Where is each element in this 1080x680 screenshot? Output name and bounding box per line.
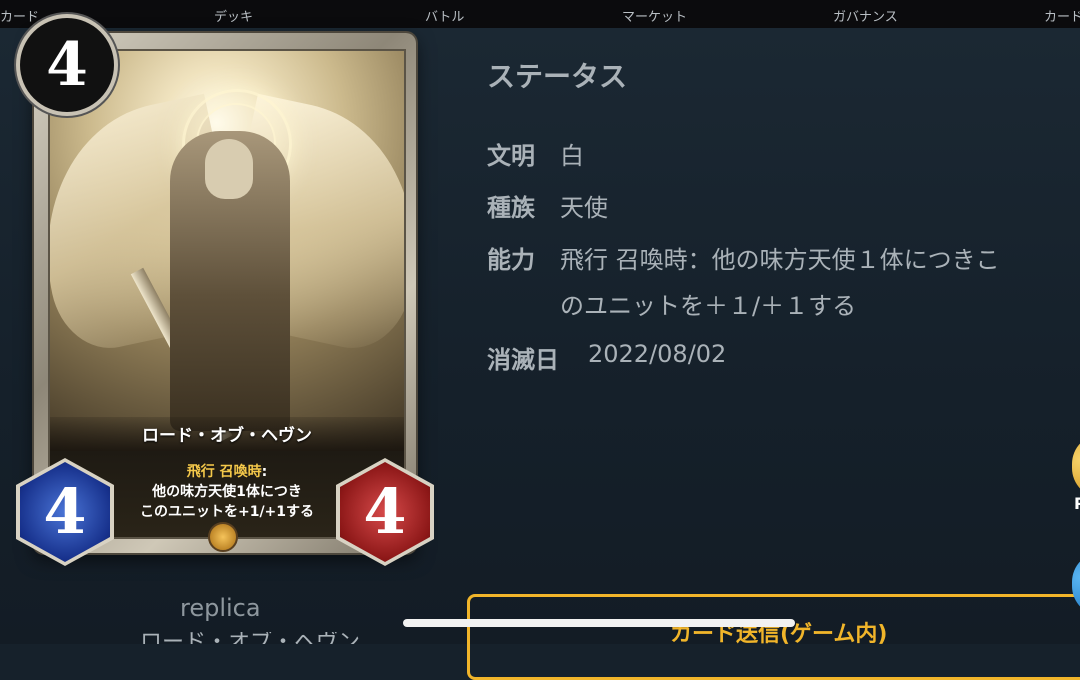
tab-deck[interactable]: デッキ bbox=[214, 6, 253, 25]
tab-card-2[interactable]: カード bbox=[1044, 6, 1080, 25]
ability-value-line1: 飛行 召喚時：他の味方天使１体につきこ bbox=[560, 246, 1000, 274]
replica-label: replica bbox=[180, 594, 261, 622]
status-title: ステータス bbox=[487, 60, 628, 93]
tab-card[interactable]: カード bbox=[0, 6, 39, 25]
card-ability-keyword-text: 飛行 召喚時 bbox=[186, 464, 262, 480]
home-indicator-bar bbox=[403, 619, 795, 627]
side-button-letter: P bbox=[1074, 494, 1080, 513]
expiry-value: 2022/08/02 bbox=[588, 340, 727, 368]
expiry-label: 消滅日 bbox=[487, 346, 559, 374]
ability-value-line2: のユニットを＋１/＋１する bbox=[560, 292, 857, 320]
civilization-emblem-icon bbox=[208, 522, 238, 552]
top-nav: カード デッキ バトル マーケット ガバナンス カード bbox=[0, 0, 1080, 28]
ability-label: 能力 bbox=[487, 246, 535, 274]
card-inner: ロード・オブ・ヘヴン 飛行 召喚時: 他の味方天使1体につき このユニットを+1… bbox=[48, 49, 406, 539]
card-name: ロード・オブ・ヘヴン bbox=[142, 426, 312, 446]
card-name-cut: ロード・オブ・ヘヴン bbox=[140, 632, 360, 644]
race-value: 天使 bbox=[560, 194, 608, 222]
tab-market[interactable]: マーケット bbox=[622, 6, 687, 25]
angel-head bbox=[205, 139, 253, 199]
cost-badge: 4 bbox=[20, 18, 114, 112]
civilization-value: 白 bbox=[560, 142, 584, 170]
card-art bbox=[50, 51, 404, 451]
race-label: 種族 bbox=[487, 194, 535, 222]
card-ability-colon: : bbox=[261, 464, 268, 480]
tab-battle[interactable]: バトル bbox=[425, 6, 464, 25]
civilization-label: 文明 bbox=[487, 142, 535, 170]
tab-governance[interactable]: ガバナンス bbox=[833, 6, 898, 25]
